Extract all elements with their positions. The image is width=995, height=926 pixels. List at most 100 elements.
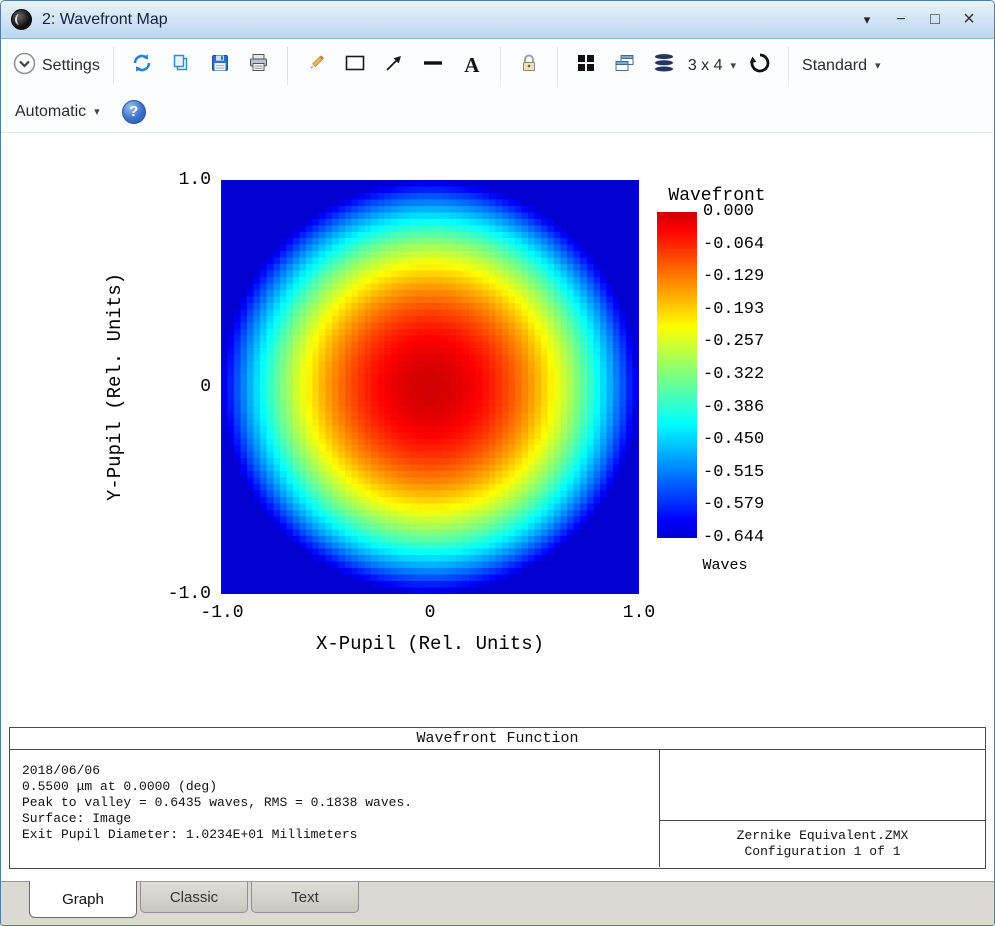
- pencil-icon: [306, 53, 326, 78]
- standard-label: Standard: [802, 57, 867, 75]
- toolbar-separator: [500, 47, 501, 85]
- toolbar-separator: [113, 47, 114, 85]
- colorbar-tick: -0.193: [703, 300, 764, 320]
- y-tick: -1.0: [141, 584, 211, 604]
- save-button[interactable]: [205, 47, 235, 85]
- lens-file-name: Zernike Equivalent.ZMX: [660, 828, 985, 844]
- colorbar-tick: -0.644: [703, 528, 764, 548]
- split-window-button[interactable]: [571, 47, 601, 85]
- tab-graph[interactable]: Graph: [29, 881, 137, 918]
- app-logo-icon: [11, 9, 32, 30]
- colorbar-canvas: [657, 212, 697, 538]
- save-icon: [210, 53, 230, 78]
- automatic-dropdown[interactable]: Automatic ▾: [15, 103, 100, 121]
- colorbar-tick: 0.000: [703, 202, 764, 222]
- colorbar-unit: Waves: [665, 557, 785, 574]
- x-tick: 0: [425, 603, 436, 623]
- info-line: Exit Pupil Diameter: 1.0234E+01 Millimet…: [22, 827, 647, 843]
- colorbar-tick: -0.129: [703, 267, 764, 287]
- wavefront-map-canvas: [221, 180, 639, 594]
- maximize-button[interactable]: □: [920, 7, 950, 33]
- colorbar-tick: -0.450: [703, 430, 764, 450]
- y-tick: 1.0: [141, 170, 211, 190]
- titlebar[interactable]: 2: Wavefront Map ▾ − □ ×: [1, 1, 994, 39]
- automatic-label: Automatic: [15, 103, 86, 121]
- copy-button[interactable]: [166, 47, 196, 85]
- info-panel-body: 2018/06/06 0.5500 μm at 0.0000 (deg) Pea…: [10, 750, 985, 867]
- rotate-button[interactable]: [745, 47, 775, 85]
- draw-line-pencil-button[interactable]: [301, 47, 331, 85]
- toolbar-separator: [287, 47, 288, 85]
- info-panel-header: Wavefront Function: [10, 728, 985, 750]
- chevron-down-icon: ▾: [731, 59, 737, 72]
- info-line: Peak to valley = 0.6435 waves, RMS = 0.1…: [22, 795, 647, 811]
- tab-classic[interactable]: Classic: [140, 882, 248, 913]
- toolbar-separator: [557, 47, 558, 85]
- colorbar-tick: -0.322: [703, 365, 764, 385]
- info-line: 0.5500 μm at 0.0000 (deg): [22, 779, 647, 795]
- tab-label: Text: [291, 889, 319, 906]
- arrow-icon: [384, 53, 404, 78]
- colorbar-tick: -0.064: [703, 235, 764, 255]
- draw-rectangle-button[interactable]: [340, 47, 370, 85]
- minimize-button[interactable]: −: [886, 7, 916, 33]
- configuration-label: Configuration 1 of 1: [660, 844, 985, 860]
- grid-layout-label: 3 x 4: [688, 57, 723, 75]
- main-toolbar: Settings: [1, 40, 994, 91]
- layers-icon: [653, 53, 675, 78]
- colorbar-tick: -0.579: [703, 495, 764, 515]
- plot-area: Y-Pupil (Rel. Units) 1.0 0 -1.0 -1.0 0 1…: [1, 133, 994, 727]
- colorbar-scale: 0.000 -0.064 -0.129 -0.193 -0.257 -0.322…: [703, 202, 764, 548]
- settings-expander-icon: [13, 52, 36, 80]
- window-title: 2: Wavefront Map: [42, 11, 168, 29]
- close-button[interactable]: ×: [954, 7, 984, 33]
- window-menu-button[interactable]: ▾: [852, 7, 882, 33]
- standard-dropdown[interactable]: Standard ▾: [802, 57, 880, 75]
- tile-windows-button[interactable]: [610, 47, 640, 85]
- colorbar-tick: -0.515: [703, 463, 764, 483]
- info-line: Surface: Image: [22, 811, 647, 827]
- settings-label: Settings: [42, 57, 100, 75]
- tab-label: Graph: [62, 891, 104, 908]
- refresh-button[interactable]: [127, 47, 157, 85]
- secondary-toolbar: Automatic ▾ ?: [1, 91, 994, 133]
- chevron-down-icon: ▾: [875, 59, 881, 72]
- file-info-cell: Zernike Equivalent.ZMX Configuration 1 o…: [659, 750, 985, 867]
- copy-icon: [171, 53, 191, 78]
- colorbar-tick: -0.386: [703, 398, 764, 418]
- draw-line-button[interactable]: [418, 47, 448, 85]
- print-button[interactable]: [244, 47, 274, 85]
- surfaces-layers-button[interactable]: [649, 47, 679, 85]
- refresh-icon: [131, 52, 153, 79]
- text-icon: A: [464, 53, 479, 78]
- grid-layout-dropdown[interactable]: 3 x 4 ▾: [688, 57, 736, 75]
- settings-button[interactable]: Settings: [13, 52, 100, 80]
- info-panel: Wavefront Function 2018/06/06 0.5500 μm …: [9, 727, 986, 869]
- rectangle-icon: [345, 54, 365, 77]
- rotate-icon: [749, 52, 771, 79]
- tab-text[interactable]: Text: [251, 882, 359, 913]
- wavefront-map-window: 2: Wavefront Map ▾ − □ × Settings: [0, 0, 995, 926]
- info-line: 2018/06/06: [22, 763, 647, 779]
- help-icon: ?: [129, 103, 138, 120]
- view-tabbar: Graph Classic Text: [1, 881, 994, 925]
- x-tick: -1.0: [200, 603, 243, 623]
- print-icon: [248, 53, 269, 78]
- y-tick: 0: [141, 377, 211, 397]
- y-axis-label: Y-Pupil (Rel. Units): [104, 273, 126, 501]
- lock-icon: [521, 53, 537, 78]
- file-info-empty-cell: [660, 750, 985, 821]
- tile-windows-icon: [614, 53, 635, 78]
- draw-arrow-button[interactable]: [379, 47, 409, 85]
- colorbar-tick: -0.257: [703, 332, 764, 352]
- help-button[interactable]: ?: [122, 100, 146, 124]
- lock-button[interactable]: [514, 47, 544, 85]
- window-controls: ▾ − □ ×: [852, 7, 984, 33]
- add-text-button[interactable]: A: [457, 47, 487, 85]
- split-grid-icon: [576, 53, 596, 78]
- line-icon: [423, 54, 443, 77]
- x-tick: 1.0: [623, 603, 655, 623]
- toolbar-separator: [788, 47, 789, 85]
- x-axis-label: X-Pupil (Rel. Units): [316, 633, 544, 655]
- analysis-summary: 2018/06/06 0.5500 μm at 0.0000 (deg) Pea…: [10, 750, 659, 867]
